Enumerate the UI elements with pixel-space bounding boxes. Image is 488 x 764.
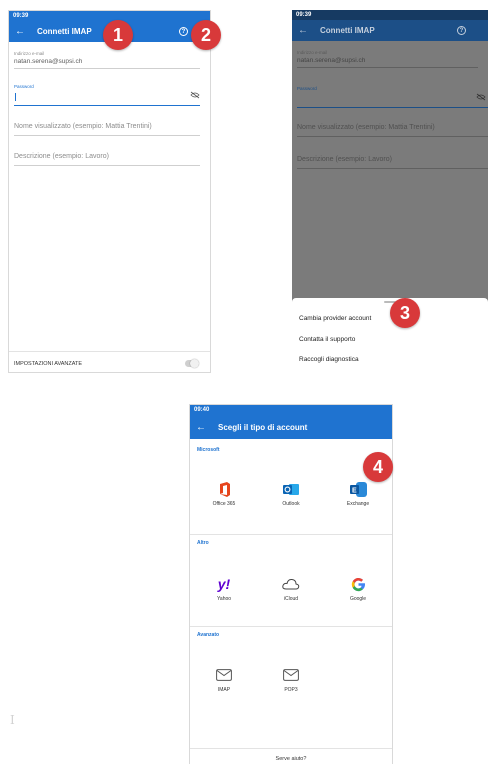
advanced-settings-toggle[interactable] xyxy=(185,359,199,368)
tile-label: Office 365 xyxy=(212,501,236,507)
tile-imap[interactable]: IMAP xyxy=(194,669,254,693)
status-time: 09:40 xyxy=(194,407,210,413)
mail-icon xyxy=(194,669,254,681)
status-bar: 09:40 xyxy=(190,405,392,415)
password-field[interactable]: Password xyxy=(14,84,200,106)
status-bar: 09:39 xyxy=(292,10,488,20)
status-time: 09:39 xyxy=(13,13,29,19)
yahoo-icon: y! xyxy=(217,576,231,592)
toggle-knob xyxy=(190,359,199,368)
page-title: Connetti IMAP xyxy=(320,26,375,35)
display-name-placeholder: Nome visualizzato (esempio: Mattia Trent… xyxy=(297,124,435,131)
imap-screen-1: 09:39 ← Connetti IMAP ? Indirizzo e-mail… xyxy=(8,10,211,373)
tile-exchange[interactable]: E Exchange xyxy=(328,482,388,507)
description-placeholder: Descrizione (esempio: Lavoro) xyxy=(297,156,392,163)
password-label: Password xyxy=(14,84,34,89)
divider xyxy=(190,626,392,627)
account-type-screen: 09:40 ← Scegli il tipo di account Micros… xyxy=(189,404,393,764)
password-label: Password xyxy=(297,86,317,91)
tile-pop3[interactable]: POP3 xyxy=(261,669,321,693)
page-title: Connetti IMAP xyxy=(37,27,92,36)
tile-label: IMAP xyxy=(217,687,231,693)
display-name-field[interactable]: Nome visualizzato (esempio: Mattia Trent… xyxy=(297,124,488,137)
description-field[interactable]: Descrizione (esempio: Lavoro) xyxy=(14,153,200,166)
back-arrow-icon[interactable]: ← xyxy=(196,422,206,433)
email-value: natan.serena@supsi.ch xyxy=(14,58,83,65)
help-icon[interactable]: ? xyxy=(179,27,188,36)
tile-label: Outlook xyxy=(282,501,300,507)
menu-item-contact-support[interactable]: Contatta il supporto xyxy=(299,336,355,343)
exchange-icon: E xyxy=(328,482,388,497)
email-label: Indirizzo e-mail xyxy=(297,50,328,55)
email-field[interactable]: Indirizzo e-mail natan.serena@supsi.ch xyxy=(297,50,478,68)
description-placeholder: Descrizione (esempio: Lavoro) xyxy=(14,153,109,160)
footer-divider xyxy=(190,748,392,749)
step-badge-4: 4 xyxy=(363,452,393,482)
outlook-icon xyxy=(261,482,321,497)
tile-icloud[interactable]: iCloud xyxy=(261,577,321,602)
back-arrow-icon[interactable]: ← xyxy=(298,25,308,36)
email-field[interactable]: Indirizzo e-mail natan.serena@supsi.ch xyxy=(14,51,200,69)
step-badge-2: 2 xyxy=(191,20,221,50)
display-name-field[interactable]: Nome visualizzato (esempio: Mattia Trent… xyxy=(14,123,200,136)
eye-off-icon[interactable] xyxy=(476,93,486,101)
tile-outlook[interactable]: Outlook xyxy=(261,482,321,507)
section-microsoft: Microsoft xyxy=(197,447,220,453)
app-bar: ← Scegli il tipo di account xyxy=(190,415,392,439)
email-label: Indirizzo e-mail xyxy=(14,51,45,56)
step-badge-3: 3 xyxy=(390,298,420,328)
help-link[interactable]: Serve aiuto? xyxy=(190,756,392,762)
tile-label: Yahoo xyxy=(216,596,232,602)
divider xyxy=(190,534,392,535)
tile-label: Exchange xyxy=(346,501,370,507)
menu-item-change-provider[interactable]: Cambia provider account xyxy=(299,315,371,322)
description-field[interactable]: Descrizione (esempio: Lavoro) xyxy=(297,156,488,169)
step-badge-1: 1 xyxy=(103,20,133,50)
mail-icon xyxy=(261,669,321,681)
tile-yahoo[interactable]: y! Yahoo xyxy=(194,576,254,603)
tile-label: Google xyxy=(349,596,367,602)
advanced-settings-row[interactable]: IMPOSTAZIONI AVANZATE xyxy=(9,351,210,368)
ibeam-cursor-icon: I xyxy=(10,713,15,727)
password-field[interactable]: Password xyxy=(297,86,488,108)
status-time: 09:39 xyxy=(296,12,312,18)
page-title: Scegli il tipo di account xyxy=(218,422,308,432)
google-icon xyxy=(328,577,388,592)
tile-label: iCloud xyxy=(283,596,299,602)
status-bar: 09:39 xyxy=(9,11,210,21)
advanced-settings-label: IMPOSTAZIONI AVANZATE xyxy=(14,360,83,367)
tile-google[interactable]: Google xyxy=(328,577,388,602)
eye-off-icon[interactable] xyxy=(190,91,200,99)
tile-office-365[interactable]: Office 365 xyxy=(194,482,254,507)
menu-item-collect-diagnostics[interactable]: Raccogli diagnostica xyxy=(299,356,359,363)
text-cursor xyxy=(15,93,16,101)
imap-screen-2-menu: 09:39 ← Connetti IMAP ? Indirizzo e-mail… xyxy=(292,10,488,373)
cloud-icon xyxy=(261,577,321,592)
back-arrow-icon[interactable]: ← xyxy=(15,26,25,37)
section-other: Altro xyxy=(197,540,209,546)
app-bar: ← Connetti IMAP ? xyxy=(292,20,488,41)
svg-text:E: E xyxy=(352,488,357,495)
tile-label: POP3 xyxy=(284,687,298,693)
office-icon xyxy=(194,482,254,497)
section-advanced: Avanzato xyxy=(197,632,220,638)
email-value: natan.serena@supsi.ch xyxy=(297,57,366,64)
help-icon[interactable]: ? xyxy=(457,26,466,35)
display-name-placeholder: Nome visualizzato (esempio: Mattia Trent… xyxy=(14,123,152,130)
